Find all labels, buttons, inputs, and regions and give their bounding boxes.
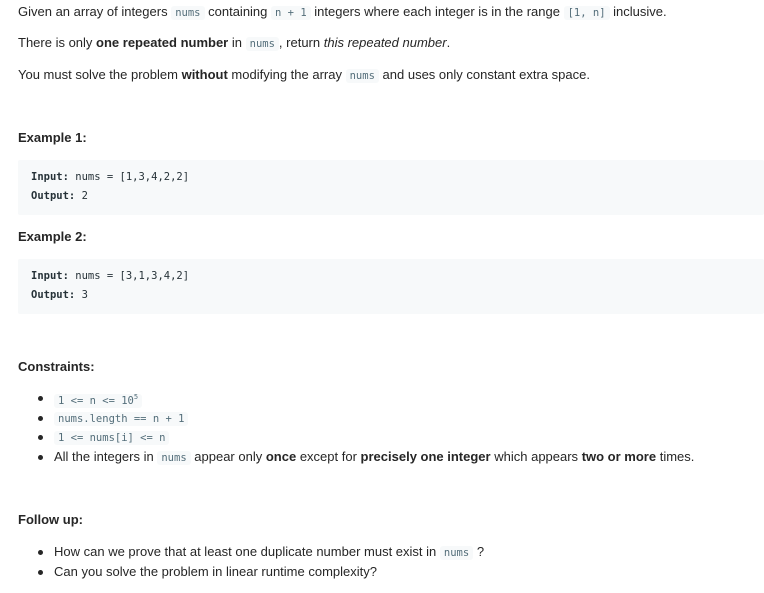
text: appear only <box>194 448 263 464</box>
inline-code: 1 <= n <= 105 <box>54 393 143 408</box>
italic-text: this repeated number <box>323 35 447 50</box>
input-label: Input: <box>31 171 69 183</box>
text: which appears <box>494 448 579 464</box>
bullet-icon <box>38 396 43 401</box>
example-2-input: Input: nums = [3,1,3,4,2] <box>31 270 189 282</box>
inline-code: nums <box>345 69 379 83</box>
bold-text: two or more <box>581 448 657 464</box>
inline-code: [1, n] <box>563 6 610 20</box>
bold-text: without <box>181 67 228 82</box>
text: All the integers in <box>54 448 154 464</box>
text: modifying the array <box>231 67 342 82</box>
input-value: nums = [1,3,4,2,2] <box>75 171 190 183</box>
list-item: How can we prove that at least one dupli… <box>36 542 484 562</box>
list-item: Can you solve the problem in linear runt… <box>36 562 484 582</box>
text: . <box>446 35 451 50</box>
constraint-text: 1 <= n <= 10 <box>58 395 134 407</box>
intro-paragraph-2: There is only one repeated number in num… <box>18 33 450 54</box>
text: containing <box>208 4 268 19</box>
intro-paragraph-3: You must solve the problem without modif… <box>18 65 590 86</box>
example-1-title: Example 1: <box>18 130 87 145</box>
text: integers where each integer is in the ra… <box>314 4 560 19</box>
bullet-icon <box>38 454 43 460</box>
bullet-icon <box>38 415 43 421</box>
inline-code: nums <box>157 450 191 465</box>
example-2-output: Output: 3 <box>31 289 88 301</box>
example-1-output: Output: 2 <box>31 190 88 202</box>
list-item: 1 <= n <= 105 <box>36 388 694 408</box>
text: Can you solve the problem in linear runt… <box>54 563 377 579</box>
output-value: 2 <box>81 190 88 202</box>
list-item: All the integers in nums appear only onc… <box>36 447 694 467</box>
text: ? <box>476 544 485 559</box>
inline-code: nums.length == n + 1 <box>54 411 189 426</box>
text: and uses only constant extra space. <box>382 67 590 82</box>
example-1-input: Input: nums = [1,3,4,2,2] <box>31 171 189 183</box>
followup-title: Follow up: <box>18 512 83 527</box>
bullet-icon <box>38 569 43 575</box>
text: except for <box>299 448 357 464</box>
inline-code: nums <box>245 37 279 51</box>
text: Given an array of integers <box>18 4 168 19</box>
output-label: Output: <box>31 289 76 301</box>
bold-text: precisely one integer <box>360 448 491 464</box>
constraints-title: Constraints: <box>18 359 95 374</box>
text: There is only <box>18 35 93 50</box>
inline-code: 1 <= nums[i] <= n <box>54 431 170 445</box>
inline-code: nums <box>171 6 205 20</box>
superscript: 5 <box>133 393 139 401</box>
inline-code: nums <box>439 546 474 560</box>
example-2-box: Input: nums = [3,1,3,4,2] Output: 3 <box>18 259 764 314</box>
input-value: nums = [3,1,3,4,2] <box>75 270 190 282</box>
inline-code: n + 1 <box>271 6 311 20</box>
output-label: Output: <box>31 190 76 202</box>
intro-paragraph-1: Given an array of integers nums containi… <box>18 2 667 23</box>
bullet-icon <box>38 550 43 555</box>
bullet-icon <box>38 435 43 440</box>
followup-list: How can we prove that at least one dupli… <box>36 542 484 581</box>
list-item: nums.length == n + 1 <box>36 408 694 428</box>
text: , return <box>278 35 321 50</box>
text: in <box>231 35 242 50</box>
text: times. <box>659 448 695 464</box>
example-1-box: Input: nums = [1,3,4,2,2] Output: 2 <box>18 160 764 215</box>
output-value: 3 <box>81 289 88 301</box>
example-2-title: Example 2: <box>18 229 87 244</box>
input-label: Input: <box>31 270 69 282</box>
text: How can we prove that at least one dupli… <box>54 544 437 559</box>
text: You must solve the problem <box>18 67 178 82</box>
list-item: 1 <= nums[i] <= n <box>36 427 694 447</box>
bold-text: once <box>265 448 297 464</box>
constraints-list: 1 <= n <= 105 nums.length == n + 1 1 <= … <box>36 388 694 466</box>
text: inclusive. <box>613 4 667 19</box>
bold-text: one repeated number <box>96 35 229 50</box>
